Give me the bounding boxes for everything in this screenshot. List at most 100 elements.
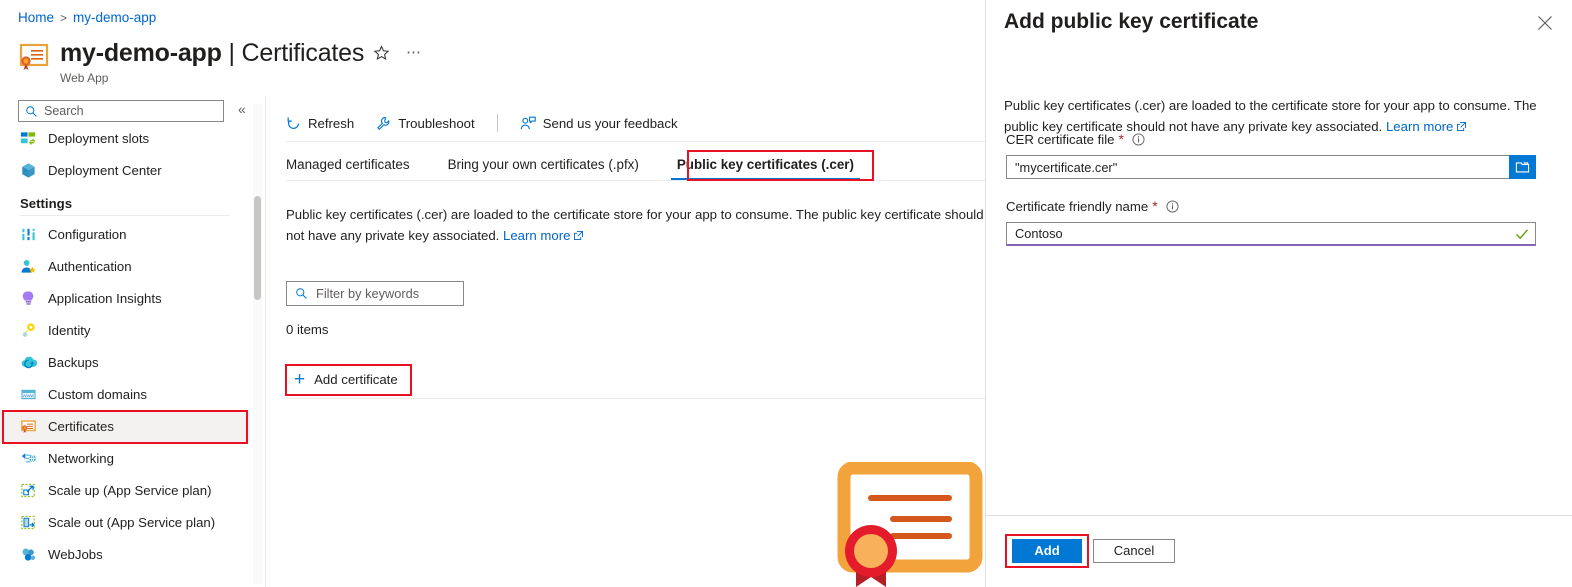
refresh-button[interactable]: Refresh	[286, 116, 354, 131]
web-app-certificate-icon	[19, 43, 49, 70]
main-content-pane: Home > my-demo-app my-demo-app | Certifica…	[0, 0, 985, 587]
certificate-tabs: Managed certificates Bring your own cert…	[286, 152, 892, 180]
search-icon	[26, 105, 37, 117]
feedback-person-icon	[520, 116, 536, 129]
page-title: my-demo-app | Certificates	[60, 38, 364, 68]
breadcrumb-separator: >	[60, 11, 68, 25]
sidebar-item-custom-domains[interactable]: WWW Custom domains	[0, 378, 250, 410]
feedback-label: Send us your feedback	[542, 115, 678, 131]
sidebar-content-divider	[265, 96, 266, 587]
tab-managed-certificates[interactable]: Managed certificates	[286, 157, 410, 180]
table-header-rule	[286, 398, 985, 399]
sidebar-item-webjobs[interactable]: WebJobs	[0, 538, 250, 570]
plus-icon: +	[294, 368, 306, 390]
search-icon	[296, 288, 307, 299]
breadcrumb-my-demo-app[interactable]: my-demo-app	[73, 10, 156, 25]
sidebar-search[interactable]	[18, 100, 224, 122]
azure-portal-screen: Home > my-demo-app my-demo-app | Certifica…	[0, 0, 1572, 587]
sidebar-scrollbar-track[interactable]	[253, 104, 262, 584]
identity-icon	[22, 322, 35, 337]
sidebar-item-deployment-center[interactable]: Deployment Center	[0, 154, 250, 186]
friendly-name-label-text: Certificate friendly name	[1006, 198, 1149, 214]
toolbar-divider	[496, 114, 498, 132]
application-insights-icon	[22, 290, 34, 305]
tab-public-key-certificates[interactable]: Public key certificates (.cer)	[670, 157, 861, 180]
cer-file-input[interactable]	[1006, 155, 1509, 179]
sidebar-item-backups[interactable]: Backups	[0, 346, 250, 378]
refresh-icon	[287, 117, 299, 129]
add-public-key-certificate-panel: Add public key certificate Public key ce…	[985, 0, 1572, 587]
sidebar-item-label: Deployment Center	[48, 162, 162, 178]
search-input[interactable]	[44, 104, 214, 118]
sidebar-item-configuration[interactable]: Configuration	[0, 218, 250, 250]
sidebar-item-label: WebJobs	[48, 546, 103, 562]
sidebar-item-label: Scale out (App Service plan)	[48, 514, 216, 530]
close-icon[interactable]	[1536, 14, 1554, 32]
scale-out-icon	[21, 515, 35, 529]
content-description: Public key certificates (.cer) are loade…	[286, 204, 985, 246]
sidebar-item-label: Backups	[48, 354, 99, 370]
sidebar-item-label: Scale up (App Service plan)	[48, 482, 212, 498]
sidebar-item-networking[interactable]: Networking	[0, 442, 250, 474]
friendly-name-field	[1006, 222, 1536, 246]
sidebar-item-label: Certificates	[48, 418, 114, 434]
sidebar-item-label: Application Insights	[48, 290, 162, 306]
certificates-icon	[21, 419, 36, 433]
sidebar-item-label: Custom domains	[48, 386, 147, 402]
cer-file-field	[1006, 155, 1536, 179]
add-button[interactable]: Add	[1012, 539, 1082, 563]
deployment-center-icon	[22, 162, 35, 178]
sidebar-scrollbar-thumb[interactable]	[254, 196, 261, 300]
add-certificate-button[interactable]: + Add certificate	[294, 366, 398, 392]
sidebar-item-label: Authentication	[48, 258, 132, 274]
cer-file-label: CER certificate file *	[1006, 131, 1145, 147]
content-description-text: Public key certificates (.cer) are loade…	[286, 207, 984, 243]
required-asterisk: *	[1118, 131, 1124, 147]
send-feedback-button[interactable]: Send us your feedback	[520, 116, 678, 131]
certificate-ribbon-illustration	[837, 462, 983, 587]
breadcrumb-home[interactable]: Home	[18, 10, 54, 25]
browse-file-button[interactable]	[1509, 155, 1536, 179]
sidebar-group-settings: Settings	[20, 196, 73, 211]
wrench-icon	[377, 116, 390, 130]
panel-learn-more-link[interactable]: Learn more	[1386, 119, 1453, 134]
sidebar-item-label: Configuration	[48, 226, 127, 242]
tabs-divider-rule	[286, 180, 985, 181]
sidebar-item-deployment-slots[interactable]: Deployment slots	[0, 122, 250, 154]
page-title-row: my-demo-app | Certificates Web App	[18, 38, 364, 85]
scale-up-icon	[21, 483, 35, 497]
external-link-icon	[574, 231, 584, 240]
custom-domains-icon: WWW	[21, 389, 36, 399]
cancel-button[interactable]: Cancel	[1093, 539, 1175, 563]
folder-browse-icon	[1515, 162, 1530, 173]
learn-more-link[interactable]: Learn more	[503, 228, 570, 243]
sidebar-item-application-insights[interactable]: Application Insights	[0, 282, 250, 314]
configuration-icon	[21, 228, 36, 240]
sidebar-item-scale-up[interactable]: Scale up (App Service plan)	[0, 474, 250, 506]
required-asterisk: *	[1152, 198, 1158, 214]
ellipsis-icon[interactable]: ⋯	[406, 45, 422, 60]
friendly-name-input[interactable]	[1006, 222, 1536, 246]
sidebar-item-certificates[interactable]: Certificates	[0, 410, 250, 442]
sidebar-item-authentication[interactable]: Authentication	[0, 250, 250, 282]
deployment-slots-icon	[20, 131, 36, 145]
filter-input[interactable]	[316, 286, 446, 301]
svg-text:WWW: WWW	[23, 392, 35, 397]
sidebar-item-label: Networking	[48, 450, 114, 466]
star-icon[interactable]	[372, 44, 390, 62]
sidebar-item-identity[interactable]: Identity	[0, 314, 250, 346]
tab-bring-your-own-certificates[interactable]: Bring your own certificates (.pfx)	[448, 157, 639, 180]
sidebar-item-scale-out[interactable]: Scale out (App Service plan)	[0, 506, 250, 538]
page-title-actions: ⋯	[372, 44, 422, 62]
panel-footer-divider	[986, 515, 1572, 516]
filter-keywords-box[interactable]	[286, 281, 464, 306]
double-chevron-left-icon[interactable]: «	[238, 102, 246, 116]
info-circle-icon[interactable]	[1132, 132, 1145, 146]
networking-icon	[21, 452, 36, 462]
page-title-section: Certificates	[241, 39, 365, 67]
troubleshoot-label: Troubleshoot	[398, 115, 475, 131]
webjobs-icon	[22, 547, 36, 561]
sidebar-item-label: Deployment slots	[48, 130, 150, 146]
info-circle-icon[interactable]	[1166, 199, 1179, 213]
troubleshoot-button[interactable]: Troubleshoot	[376, 116, 475, 131]
